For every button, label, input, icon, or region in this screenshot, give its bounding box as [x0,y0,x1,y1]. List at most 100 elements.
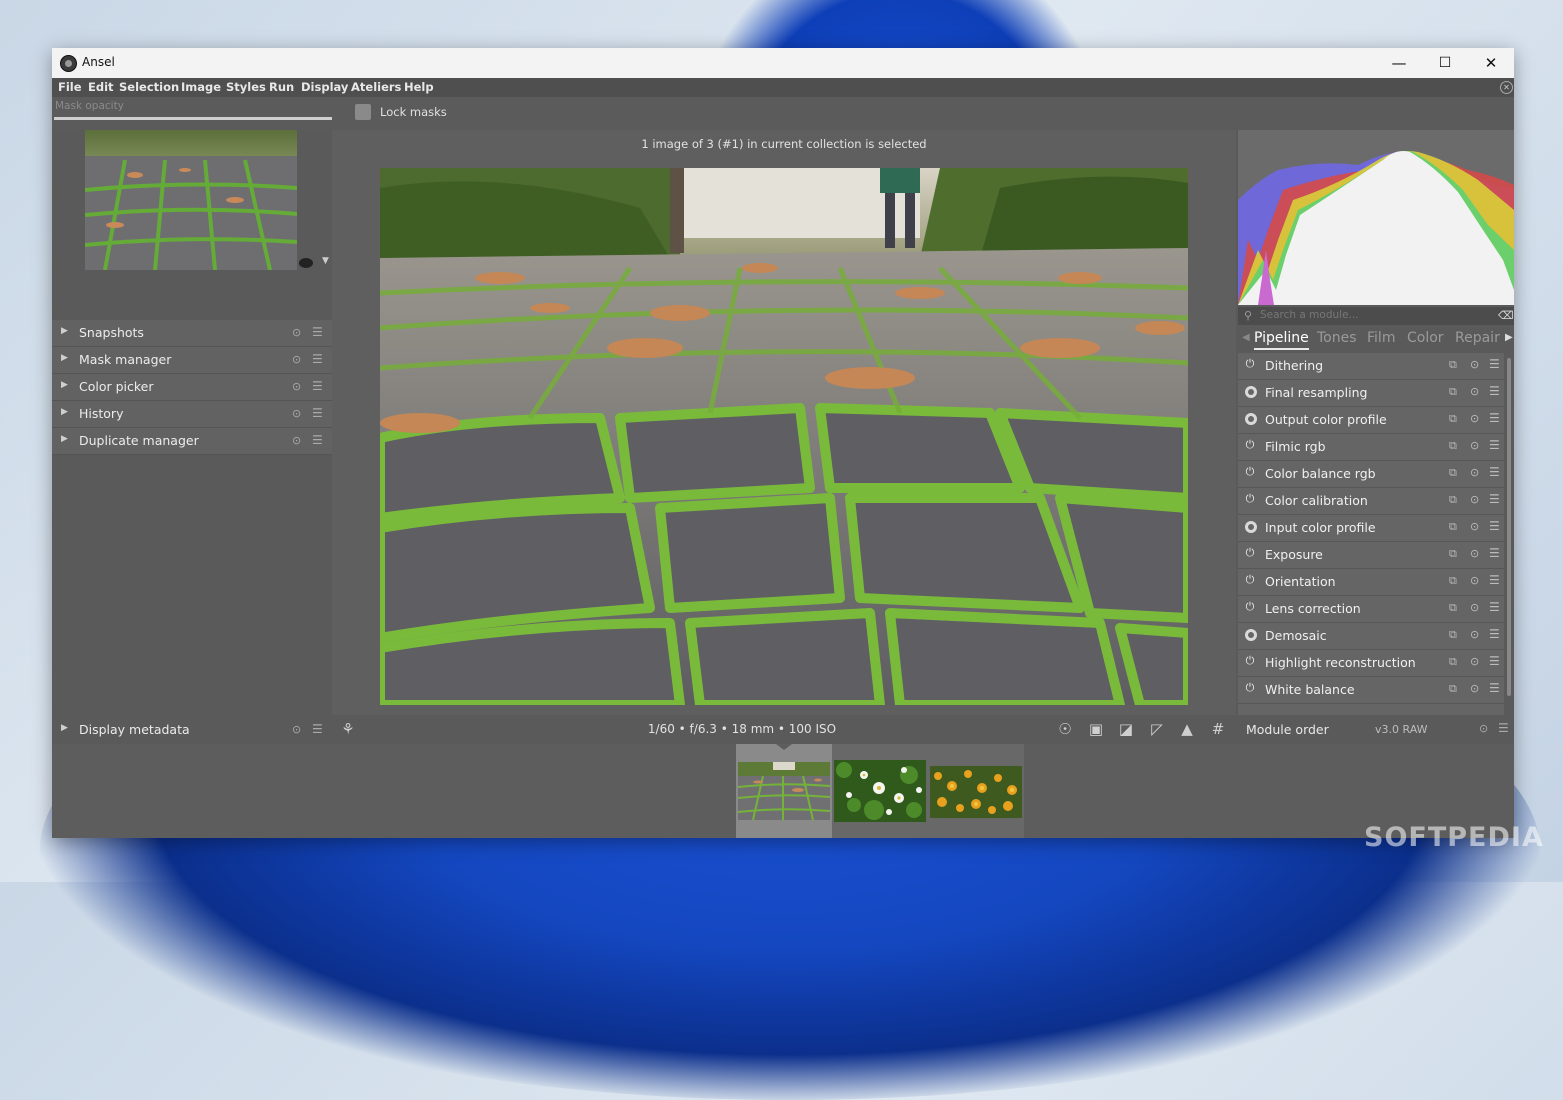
power-icon[interactable]: ⏻ [1244,574,1256,586]
presets-menu-icon[interactable]: ☰ [1498,721,1509,735]
presets-menu-icon[interactable]: ☰ [1489,627,1500,641]
power-icon[interactable]: ⏻ [1244,439,1256,451]
reset-icon[interactable]: ⊙ [292,380,301,393]
reset-icon[interactable]: ⊙ [1470,439,1479,452]
menu-styles[interactable]: Styles [226,80,266,94]
module-search[interactable]: ⚲ Search a module... ⌫ [1238,307,1514,325]
warning-icon[interactable]: ▲ [1177,719,1197,739]
tab-color[interactable]: Color [1407,330,1444,346]
module-history[interactable]: ▶ History ⊙ ☰ [52,401,332,428]
instance-icon[interactable]: ⧉ [1449,520,1457,534]
filmstrip-thumb-cobblestone[interactable] [736,744,832,838]
module-filmic-rgb[interactable]: ⏻ Filmic rgb ⧉ ⊙ ☰ [1238,434,1504,461]
reset-icon[interactable]: ⊙ [292,353,301,366]
instance-icon[interactable]: ⧉ [1449,358,1457,372]
menu-image[interactable]: Image [181,80,221,94]
presets-menu-icon[interactable]: ☰ [1489,681,1500,695]
power-on-icon[interactable] [1245,521,1257,533]
power-on-icon[interactable] [1245,413,1257,425]
instance-icon[interactable]: ⧉ [1449,628,1457,642]
instance-icon[interactable]: ⧉ [1449,493,1457,507]
reset-icon[interactable]: ⊙ [1470,466,1479,479]
module-highlight-reconstruction[interactable]: ⏻ Highlight reconstruction ⧉ ⊙ ☰ [1238,650,1504,677]
module-color-balance-rgb[interactable]: ⏻ Color balance rgb ⧉ ⊙ ☰ [1238,461,1504,488]
module-lens-correction[interactable]: ⏻ Lens correction ⧉ ⊙ ☰ [1238,596,1504,623]
power-icon[interactable]: ⏻ [1244,601,1256,613]
presets-menu-icon[interactable]: ☰ [1489,357,1500,371]
presets-menu-icon[interactable]: ☰ [1489,384,1500,398]
panel-close-icon[interactable]: ✕ [1500,81,1513,94]
power-icon[interactable]: ⏻ [1244,655,1256,667]
module-duplicate-manager[interactable]: ▶ Duplicate manager ⊙ ☰ [52,428,332,455]
tabs-scroll-left-icon[interactable]: ◀ [1242,332,1250,343]
focus-peaking-icon[interactable]: ◸ [1147,719,1167,739]
menu-display[interactable]: Display [301,80,348,94]
power-icon[interactable]: ⏻ [1244,466,1256,478]
presets-menu-icon[interactable]: ☰ [1489,438,1500,452]
menu-ateliers[interactable]: Ateliers [351,80,401,94]
instance-icon[interactable]: ⧉ [1449,601,1457,615]
reset-icon[interactable]: ⊙ [1470,385,1479,398]
reset-icon[interactable]: ⊙ [1479,722,1488,735]
reset-icon[interactable]: ⊙ [1470,547,1479,560]
reset-icon[interactable]: ⊙ [1470,682,1479,695]
minimize-button[interactable]: — [1376,48,1422,78]
instance-icon[interactable]: ⧉ [1449,466,1457,480]
reset-icon[interactable]: ⊙ [1470,601,1479,614]
navigation-zoom-dropdown-icon[interactable]: ▼ [322,256,329,266]
presets-menu-icon[interactable]: ☰ [312,325,323,339]
power-on-icon[interactable] [1245,629,1257,641]
module-exposure[interactable]: ⏻ Exposure ⧉ ⊙ ☰ [1238,542,1504,569]
bulb-icon[interactable]: ☉ [1055,719,1075,739]
reset-icon[interactable]: ⊙ [1470,358,1479,371]
power-icon[interactable]: ⏻ [1244,682,1256,694]
presets-menu-icon[interactable]: ☰ [1489,519,1500,533]
module-orientation[interactable]: ⏻ Orientation ⧉ ⊙ ☰ [1238,569,1504,596]
grid-overlay-icon[interactable]: # [1208,719,1228,739]
presets-menu-icon[interactable]: ☰ [1489,546,1500,560]
tabs-scroll-right-icon[interactable]: ▶ [1505,332,1513,343]
module-list-scrollbar[interactable] [1507,358,1511,696]
presets-menu-icon[interactable]: ☰ [1489,411,1500,425]
presets-menu-icon[interactable]: ☰ [312,433,323,447]
module-demosaic[interactable]: Demosaic ⧉ ⊙ ☰ [1238,623,1504,650]
tab-film[interactable]: Film [1367,330,1395,346]
reset-icon[interactable]: ⊙ [292,723,301,736]
module-white-balance[interactable]: ⏻ White balance ⧉ ⊙ ☰ [1238,677,1504,704]
clear-search-icon[interactable]: ⌫ [1498,309,1514,322]
search-input[interactable]: Search a module... [1260,309,1359,321]
filmstrip-thumb-white-flowers[interactable] [832,744,928,838]
filmstrip-thumb-yellow-flowers[interactable] [928,744,1024,838]
reset-icon[interactable]: ⊙ [292,326,301,339]
reset-icon[interactable]: ⊙ [1470,493,1479,506]
power-on-icon[interactable] [1245,386,1257,398]
presets-menu-icon[interactable]: ☰ [312,379,323,393]
instance-icon[interactable]: ⧉ [1449,385,1457,399]
main-image[interactable] [380,168,1188,705]
module-input-color-profile[interactable]: Input color profile ⧉ ⊙ ☰ [1238,515,1504,542]
presets-menu-icon[interactable]: ☰ [1489,573,1500,587]
menu-edit[interactable]: Edit [88,80,114,94]
menu-help[interactable]: Help [404,80,434,94]
module-output-color-profile[interactable]: Output color profile ⧉ ⊙ ☰ [1238,407,1504,434]
close-button[interactable]: ✕ [1468,48,1514,78]
module-snapshots[interactable]: ▶ Snapshots ⊙ ☰ [52,320,332,347]
instance-icon[interactable]: ⧉ [1449,655,1457,669]
navigation-preview[interactable] [85,130,297,270]
module-dithering[interactable]: ⏻ Dithering ⧉ ⊙ ☰ [1238,353,1504,380]
menu-selection[interactable]: Selection [119,80,179,94]
tab-tones[interactable]: Tones [1317,330,1357,346]
histogram[interactable] [1238,130,1514,305]
presets-menu-icon[interactable]: ☰ [1489,600,1500,614]
maximize-button[interactable]: ☐ [1422,48,1468,78]
module-mask-manager[interactable]: ▶ Mask manager ⊙ ☰ [52,347,332,374]
presets-menu-icon[interactable]: ☰ [312,352,323,366]
presets-menu-icon[interactable]: ☰ [1489,492,1500,506]
reset-icon[interactable]: ⊙ [1470,574,1479,587]
softproof-icon[interactable]: ▣ [1086,719,1106,739]
menu-file[interactable]: File [58,80,82,94]
instance-icon[interactable]: ⧉ [1449,682,1457,696]
module-color-picker[interactable]: ▶ Color picker ⊙ ☰ [52,374,332,401]
lock-masks-checkbox[interactable] [355,104,371,120]
presets-menu-icon[interactable]: ☰ [312,722,323,736]
